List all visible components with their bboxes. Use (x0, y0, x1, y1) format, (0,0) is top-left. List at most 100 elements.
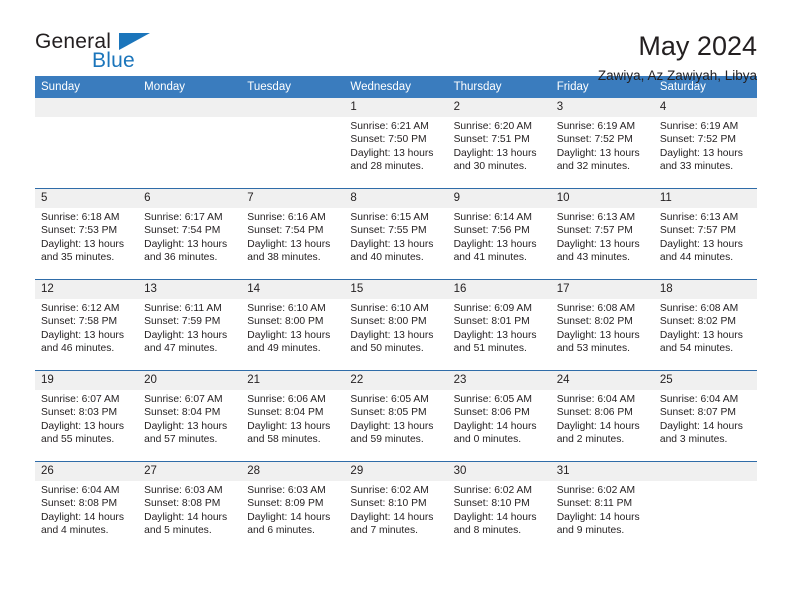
weekday-header-row: Sunday Monday Tuesday Wednesday Thursday… (35, 76, 757, 98)
daylight-text: Daylight: 13 hours (41, 329, 124, 341)
sunrise-text: Sunrise: 6:11 AM (144, 303, 222, 314)
day-number[interactable]: 13 (138, 280, 241, 299)
day-number[interactable]: 2 (448, 98, 551, 117)
weekday-header-sunday: Sunday (41, 81, 81, 93)
daylight-minutes-text: and 5 minutes. (144, 524, 212, 536)
day-cell[interactable]: Sunrise: 6:10 AM Sunset: 8:00 PM Daylight:… (344, 299, 447, 370)
day-cell[interactable]: Sunrise: 6:15 AM Sunset: 7:55 PM Daylight:… (344, 208, 447, 279)
day-cell[interactable]: Sunrise: 6:04 AM Sunset: 8:08 PM Daylight:… (35, 481, 138, 552)
weekday-header-tuesday: Tuesday (247, 81, 291, 93)
daylight-minutes-text: and 54 minutes. (659, 342, 734, 354)
day-number[interactable]: 28 (241, 462, 344, 481)
day-number[interactable]: 5 (35, 189, 138, 208)
day-cell[interactable]: Sunrise: 6:14 AM Sunset: 7:56 PM Daylight:… (448, 208, 551, 279)
day-cell[interactable]: Sunrise: 6:19 AM Sunset: 7:52 PM Daylight:… (551, 117, 654, 188)
day-detail-row: Sunrise: 6:21 AM Sunset: 7:50 PM Daylight:… (35, 117, 757, 188)
daylight-minutes-text: and 46 minutes. (41, 342, 115, 354)
day-number[interactable]: 11 (654, 189, 757, 208)
weekday-header-thursday: Thursday (453, 81, 502, 93)
day-number[interactable]: 1 (344, 98, 447, 117)
daylight-text: Daylight: 14 hours (556, 420, 640, 432)
sunset-text: Sunset: 7:50 PM (350, 134, 427, 146)
sunset-text: Sunset: 8:08 PM (41, 498, 118, 510)
day-number[interactable]: 18 (654, 280, 757, 299)
day-number[interactable]: 8 (344, 189, 447, 208)
sunrise-text: Sunrise: 6:17 AM (144, 212, 223, 223)
daylight-text: Daylight: 13 hours (247, 420, 331, 432)
day-cell[interactable]: Sunrise: 6:09 AM Sunset: 8:01 PM Daylight:… (448, 299, 551, 370)
day-cell[interactable]: Sunrise: 6:21 AM Sunset: 7:50 PM Daylight:… (344, 117, 447, 188)
day-number[interactable]: 20 (138, 371, 241, 390)
day-cell[interactable]: Sunrise: 6:08 AM Sunset: 8:02 PM Daylight:… (654, 299, 757, 370)
day-number[interactable]: 12 (35, 280, 138, 299)
day-number-row: 5 6 7 8 9 10 11 (35, 189, 757, 208)
day-cell[interactable]: Sunrise: 6:02 AM Sunset: 8:11 PM Daylight:… (551, 481, 654, 552)
day-number[interactable]: 19 (35, 371, 138, 390)
day-number[interactable]: 23 (448, 371, 551, 390)
day-number[interactable]: 3 (551, 98, 654, 117)
daylight-minutes-text: and 58 minutes. (247, 433, 321, 445)
day-number[interactable]: 6 (138, 189, 241, 208)
day-cell[interactable]: Sunrise: 6:13 AM Sunset: 7:57 PM Daylight:… (654, 208, 757, 279)
day-cell[interactable]: Sunrise: 6:05 AM Sunset: 8:06 PM Daylight:… (448, 390, 551, 461)
day-number[interactable]: 31 (551, 462, 654, 481)
day-number[interactable]: 9 (448, 189, 551, 208)
day-number[interactable]: 16 (448, 280, 551, 299)
day-number[interactable]: 4 (654, 98, 757, 117)
day-number[interactable]: 21 (241, 371, 344, 390)
day-cell[interactable]: Sunrise: 6:05 AM Sunset: 8:05 PM Daylight:… (344, 390, 447, 461)
day-cell[interactable]: Sunrise: 6:03 AM Sunset: 8:08 PM Daylight:… (138, 481, 241, 552)
day-cell[interactable]: Sunrise: 6:11 AM Sunset: 7:59 PM Daylight:… (138, 299, 241, 370)
sunset-text: Sunset: 8:05 PM (350, 407, 427, 419)
calendar-page: General Blue May 2024 Zawiya, Az Zawiyah… (0, 0, 792, 612)
day-number[interactable]: 27 (138, 462, 241, 481)
daylight-minutes-text: and 41 minutes. (453, 251, 527, 263)
day-cell-empty (138, 117, 241, 188)
sunrise-text: Sunrise: 6:19 AM (556, 121, 636, 132)
day-cell[interactable]: Sunrise: 6:10 AM Sunset: 8:00 PM Daylight:… (241, 299, 344, 370)
day-cell[interactable]: Sunrise: 6:04 AM Sunset: 8:07 PM Daylight:… (654, 390, 757, 461)
daylight-text: Daylight: 13 hours (144, 420, 228, 432)
day-number[interactable]: 26 (35, 462, 138, 481)
sunrise-text: Sunrise: 6:03 AM (144, 485, 223, 496)
daylight-text: Daylight: 13 hours (144, 238, 228, 250)
day-cell[interactable]: Sunrise: 6:07 AM Sunset: 8:03 PM Daylight:… (35, 390, 138, 461)
day-cell[interactable]: Sunrise: 6:02 AM Sunset: 8:10 PM Daylight:… (344, 481, 447, 552)
weekday-header-monday: Monday (144, 81, 186, 93)
day-number[interactable]: 14 (241, 280, 344, 299)
day-cell[interactable]: Sunrise: 6:17 AM Sunset: 7:54 PM Daylight:… (138, 208, 241, 279)
day-number[interactable]: 17 (551, 280, 654, 299)
sunset-text: Sunset: 7:54 PM (247, 225, 324, 237)
day-number[interactable]: 7 (241, 189, 344, 208)
daylight-minutes-text: and 9 minutes. (556, 524, 625, 536)
daylight-minutes-text: and 30 minutes. (453, 160, 527, 172)
day-number[interactable]: 29 (344, 462, 447, 481)
day-cell[interactable]: Sunrise: 6:16 AM Sunset: 7:54 PM Daylight:… (241, 208, 344, 279)
day-number[interactable]: 25 (654, 371, 757, 390)
day-cell[interactable]: Sunrise: 6:06 AM Sunset: 8:04 PM Daylight:… (241, 390, 344, 461)
day-number[interactable]: 30 (448, 462, 551, 481)
generalblue-logo[interactable]: General Blue (35, 30, 165, 76)
day-cell[interactable]: Sunrise: 6:07 AM Sunset: 8:04 PM Daylight:… (138, 390, 241, 461)
day-cell[interactable]: Sunrise: 6:13 AM Sunset: 7:57 PM Daylight:… (551, 208, 654, 279)
day-number[interactable]: 10 (551, 189, 654, 208)
sunrise-text: Sunrise: 6:14 AM (453, 212, 532, 223)
day-cell[interactable]: Sunrise: 6:04 AM Sunset: 8:06 PM Daylight:… (551, 390, 654, 461)
day-cell[interactable]: Sunrise: 6:03 AM Sunset: 8:09 PM Daylight:… (241, 481, 344, 552)
day-cell[interactable]: Sunrise: 6:18 AM Sunset: 7:53 PM Daylight:… (35, 208, 138, 279)
day-number-row: 26 27 28 29 30 31 (35, 462, 757, 481)
day-cell[interactable]: Sunrise: 6:08 AM Sunset: 8:02 PM Daylight:… (551, 299, 654, 370)
daylight-text: Daylight: 13 hours (453, 147, 537, 159)
day-number[interactable]: 24 (551, 371, 654, 390)
calendar-week-row: 12 13 14 15 16 17 18 Sunrise: 6:12 AM Sunset: 7:… (35, 280, 757, 371)
day-cell[interactable]: Sunrise: 6:02 AM Sunset: 8:10 PM Daylight:… (448, 481, 551, 552)
daylight-text: Daylight: 14 hours (453, 511, 537, 523)
calendar-week-row: 5 6 7 8 9 10 11 Sunrise: 6:18 AM Sunset: 7:53 PM… (35, 189, 757, 280)
day-cell[interactable]: Sunrise: 6:12 AM Sunset: 7:58 PM Daylight:… (35, 299, 138, 370)
calendar-week-row: 26 27 28 29 30 31 Sunrise: 6:04 AM Sunset: 8:08… (35, 462, 757, 552)
daylight-minutes-text: and 55 minutes. (41, 433, 115, 445)
day-number[interactable]: 22 (344, 371, 447, 390)
day-number[interactable]: 15 (344, 280, 447, 299)
day-cell[interactable]: Sunrise: 6:19 AM Sunset: 7:52 PM Daylight:… (654, 117, 757, 188)
day-cell[interactable]: Sunrise: 6:20 AM Sunset: 7:51 PM Daylight:… (448, 117, 551, 188)
